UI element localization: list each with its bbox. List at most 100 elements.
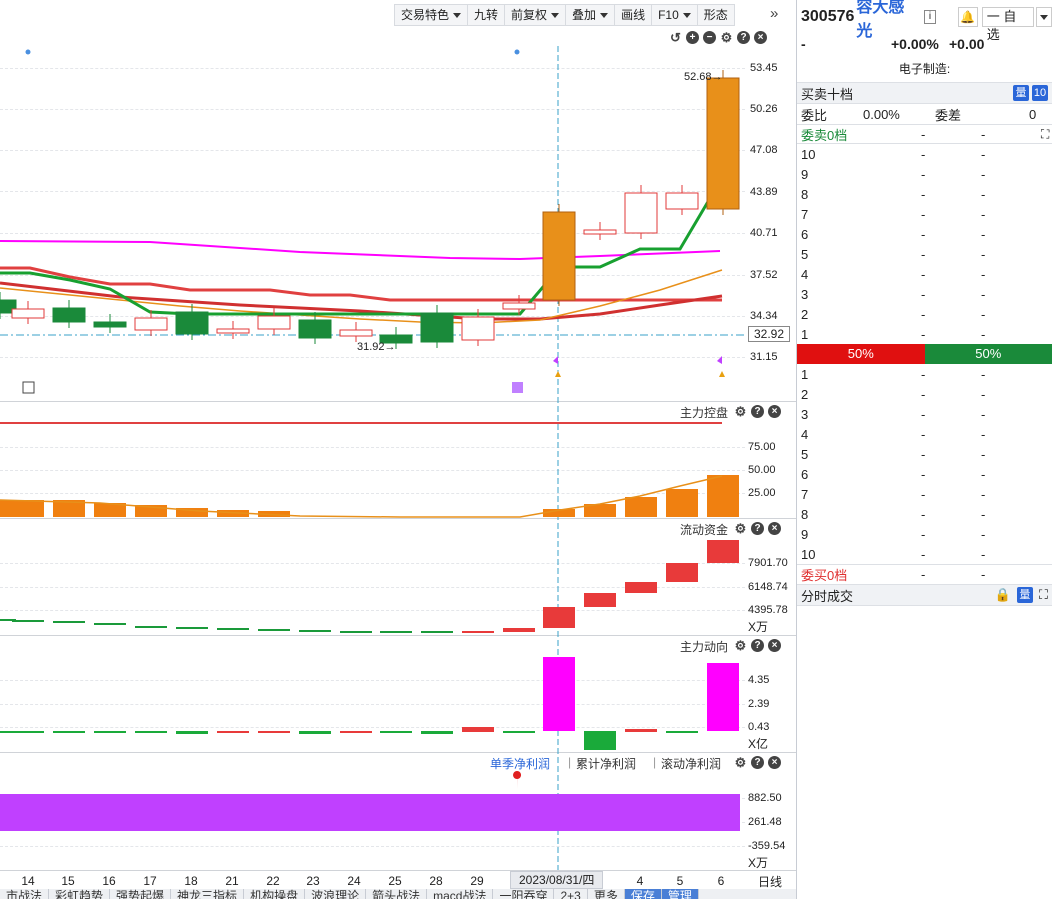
level-price: - bbox=[921, 406, 926, 422]
indicator-tab[interactable]: 机构操盘 bbox=[244, 889, 306, 899]
order-level-row[interactable]: 9 - - bbox=[797, 524, 1052, 544]
indicator-tab[interactable]: 彩虹趋势 bbox=[49, 889, 111, 899]
indicator-tabs: 市战法 彩虹趋势 强势起爆 神龙三指标 机构操盘 波浪理论 箭头战法 macd战法 一阳吞穿 2+… bbox=[0, 889, 796, 899]
pane-unit-label: X万 bbox=[748, 620, 769, 634]
candle-body bbox=[706, 77, 740, 210]
close-icon[interactable]: × bbox=[768, 405, 781, 418]
indicator-tab[interactable]: 市战法 bbox=[0, 889, 50, 899]
indicator-tab[interactable]: 一阳吞穿 bbox=[493, 889, 555, 899]
kline-plot[interactable] bbox=[0, 0, 796, 870]
order-level-row[interactable]: 10 - - bbox=[797, 144, 1052, 164]
order-level-row[interactable]: 8 - - bbox=[797, 184, 1052, 204]
stock-header: 300576 容大感光 i 🔔 一 自选 bbox=[797, 0, 1052, 42]
indicator-tab[interactable]: macd战法 bbox=[427, 889, 494, 899]
level-price: - bbox=[921, 506, 926, 522]
note-icon[interactable] bbox=[512, 382, 523, 393]
expand-icon[interactable]: ⛶ bbox=[1041, 127, 1049, 142]
order-level-row[interactable]: 4 - - bbox=[797, 264, 1052, 284]
watchlist-button[interactable]: 一 自选 bbox=[981, 7, 1035, 42]
ten-level-toggle[interactable]: 10 bbox=[1032, 85, 1048, 101]
order-book-title: 买卖十档 bbox=[801, 86, 854, 102]
chart-area[interactable]: 交易特色 九转 前复权 叠加 画线 F10 形态 » ↺ + − ⚙ ? × 5… bbox=[0, 0, 796, 899]
direction-bar bbox=[625, 729, 657, 732]
pane-controls: ⚙? × bbox=[734, 756, 781, 769]
tab-rolling-profit[interactable]: 滚动净利润 bbox=[661, 755, 721, 772]
help-icon[interactable]: ? bbox=[751, 522, 764, 535]
ma-line-green bbox=[0, 177, 724, 316]
help-icon[interactable]: ? bbox=[751, 756, 764, 769]
dash: - bbox=[921, 567, 926, 582]
level-price: - bbox=[921, 306, 926, 322]
indicator-tab[interactable]: 强势起爆 bbox=[110, 889, 172, 899]
level-number: 7 bbox=[801, 206, 809, 222]
fund-bar bbox=[94, 623, 126, 625]
indicator-tab[interactable]: 管理 bbox=[661, 889, 699, 899]
direction-bar bbox=[176, 731, 208, 734]
bell-icon[interactable]: 🔔 bbox=[957, 7, 978, 27]
indicator-tab[interactable]: 更多 bbox=[588, 889, 625, 899]
close-icon[interactable]: × bbox=[768, 522, 781, 535]
lock-icon[interactable]: 🔒 bbox=[995, 587, 1011, 603]
order-level-row[interactable]: 1 - - bbox=[797, 324, 1052, 344]
watchlist-dropdown[interactable] bbox=[1036, 7, 1052, 27]
order-level-row[interactable]: 3 - - bbox=[797, 284, 1052, 304]
help-icon[interactable]: ? bbox=[751, 639, 764, 652]
gear-icon[interactable]: ⚙ bbox=[734, 639, 747, 652]
order-level-row[interactable]: 5 - - bbox=[797, 444, 1052, 464]
direction-bar bbox=[135, 731, 167, 733]
expand-icon[interactable]: ⛶ bbox=[1039, 587, 1048, 603]
x-axis-label: 6 bbox=[717, 874, 725, 888]
close-icon[interactable]: × bbox=[768, 639, 781, 652]
help-icon[interactable]: ? bbox=[751, 405, 764, 418]
order-level-row[interactable]: 4 - - bbox=[797, 424, 1052, 444]
order-level-row[interactable]: 8 - - bbox=[797, 504, 1052, 524]
pane-title-fund[interactable]: 流动资金 bbox=[680, 521, 728, 538]
price-axis-label: 40.71 bbox=[750, 227, 778, 239]
gear-icon[interactable]: ⚙ bbox=[734, 756, 747, 769]
gear-icon[interactable]: ⚙ bbox=[734, 405, 747, 418]
indicator-tab[interactable]: 波浪理论 bbox=[305, 889, 367, 899]
note-icon[interactable] bbox=[22, 381, 35, 394]
indicator-tab[interactable]: 保存 bbox=[624, 889, 662, 899]
x-axis-label: 21 bbox=[225, 874, 239, 888]
order-level-row[interactable]: 7 - - bbox=[797, 204, 1052, 224]
pane-axis-label: 882.50 bbox=[748, 792, 782, 804]
volume-icon[interactable]: 量 bbox=[1013, 85, 1029, 101]
order-level-row[interactable]: 3 - - bbox=[797, 404, 1052, 424]
order-level-row[interactable]: 6 - - bbox=[797, 464, 1052, 484]
indicator-tab[interactable]: 2+3 bbox=[554, 889, 588, 899]
indicator-tab[interactable]: 箭头战法 bbox=[366, 889, 428, 899]
level-number: 2 bbox=[801, 386, 809, 402]
tab-quarter-profit[interactable]: 单季净利润 bbox=[490, 755, 550, 772]
chevron-down-icon bbox=[1040, 14, 1049, 20]
order-level-row[interactable]: 2 - - bbox=[797, 304, 1052, 324]
stock-change-row: - +0.00% +0.00 bbox=[797, 34, 1052, 54]
order-level-row[interactable]: 2 - - bbox=[797, 384, 1052, 404]
level-number: 8 bbox=[801, 186, 809, 202]
order-level-row[interactable]: 5 - - bbox=[797, 244, 1052, 264]
pane-axis-label: 7901.70 bbox=[748, 557, 788, 569]
level-price: - bbox=[921, 206, 926, 222]
order-level-row[interactable]: 1 - - bbox=[797, 364, 1052, 384]
fund-bar bbox=[12, 620, 44, 622]
indicator-tab[interactable]: 神龙三指标 bbox=[171, 889, 245, 899]
direction-bar bbox=[217, 731, 249, 733]
stock-name[interactable]: 容大感光 bbox=[856, 0, 920, 41]
info-icon[interactable]: i bbox=[923, 10, 936, 24]
level-number: 2 bbox=[801, 306, 809, 322]
order-level-row[interactable]: 6 - - bbox=[797, 224, 1052, 244]
period-label[interactable]: 日线 bbox=[758, 873, 782, 890]
buy-levels: 1 - - 2 - - 3 - - 4 - - 5 - - 6 - - 7 - - 8 - - 9 - - 10 - - bbox=[797, 364, 1052, 564]
volume-icon[interactable]: 量 bbox=[1016, 587, 1033, 603]
close-icon[interactable]: × bbox=[768, 756, 781, 769]
price-axis-label: 53.45 bbox=[750, 62, 778, 74]
pane-title-control[interactable]: 主力控盘 bbox=[680, 404, 728, 421]
pane-title-direction[interactable]: 主力动向 bbox=[680, 638, 728, 655]
sector-label[interactable]: 电子制造: bbox=[797, 54, 1052, 82]
gear-icon[interactable]: ⚙ bbox=[734, 522, 747, 535]
level-price: - bbox=[921, 526, 926, 542]
tab-cumulative-profit[interactable]: 累计净利润 bbox=[576, 755, 636, 772]
order-level-row[interactable]: 7 - - bbox=[797, 484, 1052, 504]
order-level-row[interactable]: 9 - - bbox=[797, 164, 1052, 184]
order-level-row[interactable]: 10 - - bbox=[797, 544, 1052, 564]
